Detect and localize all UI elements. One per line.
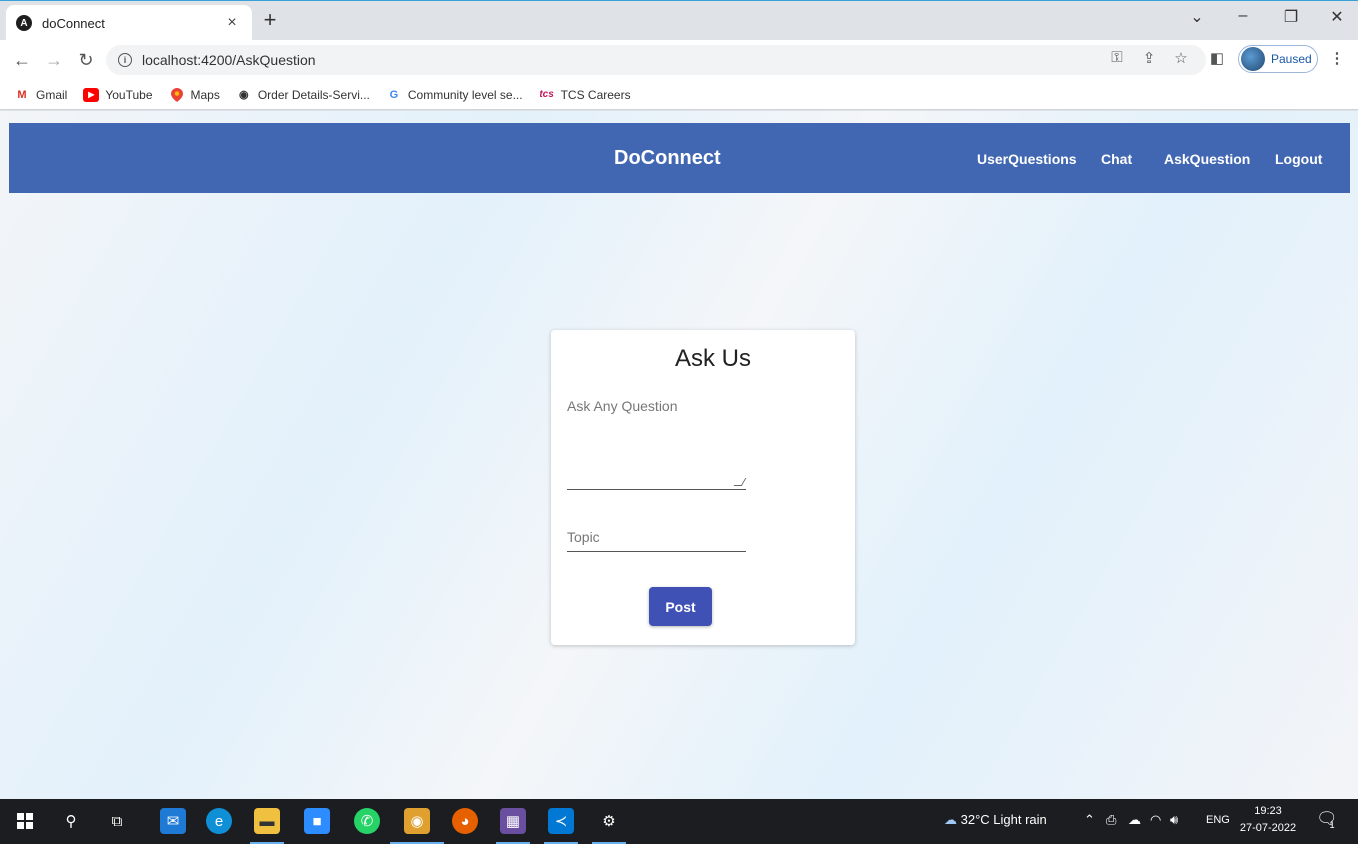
clock-date: 27-07-2022 bbox=[1239, 822, 1297, 834]
bookmark-youtube[interactable]: ▶ YouTube bbox=[83, 87, 153, 102]
address-bar-row: ← → ↻ i localhost:4200/AskQuestion ⚿ ⇪ ☆… bbox=[0, 40, 1358, 80]
search-icon[interactable]: ⚲ bbox=[58, 808, 84, 834]
zoom-icon[interactable]: ■ bbox=[304, 808, 330, 834]
bookmark-maps[interactable]: Maps bbox=[169, 87, 220, 102]
key-icon[interactable]: ⚿ bbox=[1106, 49, 1128, 66]
forward-icon[interactable]: → bbox=[42, 49, 66, 71]
browser-tab[interactable]: A doConnect × bbox=[6, 5, 252, 41]
avatar bbox=[1241, 47, 1265, 71]
windows-start-icon[interactable] bbox=[12, 808, 38, 834]
bookmark-order-details[interactable]: ◉ Order Details-Servi... bbox=[236, 88, 370, 102]
settings-icon[interactable]: ⚙ bbox=[596, 808, 622, 834]
close-tab-icon[interactable]: × bbox=[222, 14, 242, 32]
maps-icon bbox=[169, 87, 185, 102]
tab-title: doConnect bbox=[42, 15, 105, 31]
nav-ask-question[interactable]: AskQuestion bbox=[1164, 151, 1250, 167]
page-viewport: DoConnect UserQuestions Chat AskQuestion… bbox=[0, 111, 1358, 799]
google-icon: G bbox=[389, 88, 399, 101]
close-window-button[interactable]: ✕ bbox=[1322, 7, 1352, 27]
side-panel-icon[interactable]: ◧ bbox=[1206, 49, 1228, 67]
language-indicator[interactable]: ENG bbox=[1206, 814, 1230, 826]
omnibox[interactable]: i localhost:4200/AskQuestion bbox=[106, 45, 1206, 75]
url-text[interactable]: localhost:4200/AskQuestion bbox=[142, 52, 316, 68]
browser-tab-strip: A doConnect × + ⌄ – ❐ ✕ bbox=[0, 0, 1358, 41]
youtube-icon: ▶ bbox=[83, 87, 100, 102]
app-icon[interactable]: ▦ bbox=[500, 808, 526, 834]
brand-title[interactable]: DoConnect bbox=[614, 147, 721, 170]
new-tab-button[interactable]: + bbox=[258, 9, 282, 33]
nav-user-questions[interactable]: UserQuestions bbox=[977, 151, 1077, 167]
file-explorer-icon[interactable]: ▬ bbox=[254, 808, 280, 834]
gmail-icon: M bbox=[17, 88, 27, 101]
restore-button[interactable]: ❐ bbox=[1276, 7, 1306, 27]
info-icon[interactable]: i bbox=[118, 53, 132, 67]
clock[interactable]: 19:23 27-07-2022 bbox=[1238, 803, 1298, 837]
card-title: Ask Us bbox=[674, 345, 751, 372]
meet-icon[interactable]: ⎙ bbox=[1106, 812, 1116, 828]
profile-status: Paused bbox=[1271, 52, 1312, 66]
back-icon[interactable]: ← bbox=[10, 49, 34, 71]
ask-question-card: Ask Us Ask Any Question Topic Post bbox=[551, 330, 855, 645]
firefox-icon[interactable]: ◕ bbox=[452, 808, 478, 834]
share-icon[interactable]: ⇪ bbox=[1138, 49, 1160, 67]
mail-icon[interactable]: ✉ bbox=[160, 808, 186, 834]
globe-icon: ◉ bbox=[239, 89, 249, 101]
menu-kebab-icon[interactable]: ⋮ bbox=[1326, 49, 1348, 67]
angular-icon: A bbox=[16, 15, 32, 31]
task-view-icon[interactable]: ⧉ bbox=[104, 808, 130, 834]
windows-taskbar: ⚲ ⧉ ✉ e ▬ ■ ✆ ◉ ◕ ▦ ≺ ⚙ ☁ 32°C Light rai… bbox=[0, 799, 1358, 844]
resize-handle-icon[interactable] bbox=[733, 478, 747, 486]
nav-logout[interactable]: Logout bbox=[1275, 151, 1322, 167]
profile-button[interactable]: Paused bbox=[1238, 45, 1318, 73]
app-navbar: DoConnect UserQuestions Chat AskQuestion… bbox=[9, 123, 1350, 193]
post-button[interactable]: Post bbox=[649, 587, 712, 626]
bookmark-community[interactable]: G Community level se... bbox=[386, 88, 523, 102]
tab-search-icon[interactable]: ⌄ bbox=[1182, 7, 1212, 27]
notification-count: 1 bbox=[1329, 820, 1335, 830]
nav-chat[interactable]: Chat bbox=[1101, 151, 1132, 167]
cloud-icon: ☁ bbox=[944, 812, 957, 827]
chrome-icon[interactable]: ◉ bbox=[404, 808, 430, 834]
bookmark-star-icon[interactable]: ☆ bbox=[1170, 49, 1192, 67]
minimize-button[interactable]: – bbox=[1228, 7, 1258, 25]
vscode-icon[interactable]: ≺ bbox=[548, 808, 574, 834]
topic-input[interactable] bbox=[567, 522, 746, 552]
volume-icon[interactable]: 🔊︎ bbox=[1170, 812, 1178, 828]
bookmark-gmail[interactable]: M Gmail bbox=[14, 88, 67, 102]
bookmark-tcs-careers[interactable]: tcs TCS Careers bbox=[539, 88, 630, 102]
whatsapp-icon[interactable]: ✆ bbox=[354, 808, 380, 834]
wifi-icon[interactable]: ◠ bbox=[1150, 812, 1161, 828]
weather-widget[interactable]: ☁ 32°C Light rain bbox=[944, 812, 1047, 828]
reload-icon[interactable]: ↻ bbox=[74, 49, 98, 71]
onedrive-icon[interactable]: ☁ bbox=[1128, 812, 1141, 828]
clock-time: 19:23 bbox=[1254, 805, 1282, 817]
edge-icon[interactable]: e bbox=[206, 808, 232, 834]
tray-overflow-icon[interactable]: ⌃ bbox=[1084, 812, 1095, 828]
bookmarks-bar: M Gmail ▶ YouTube Maps ◉ Order Details-S… bbox=[0, 80, 1358, 110]
tcs-icon: tcs bbox=[539, 89, 554, 100]
notification-icon[interactable]: 🗨︎1 bbox=[1316, 809, 1343, 830]
question-textarea[interactable] bbox=[567, 394, 747, 490]
